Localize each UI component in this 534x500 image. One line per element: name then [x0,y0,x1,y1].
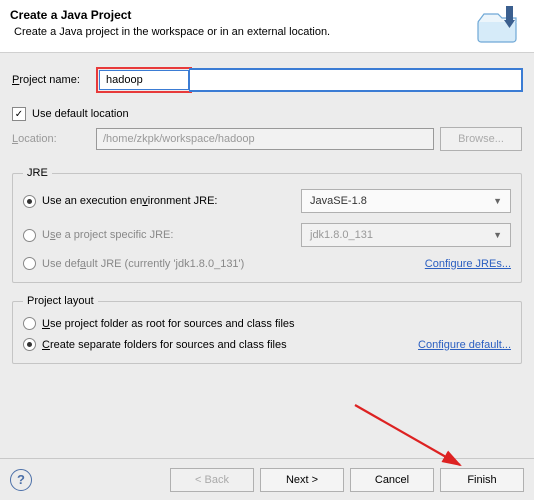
jre-group: JRE Use an execution environment JRE: Ja… [12,167,522,283]
jre-env-value: JavaSE-1.8 [310,195,367,207]
configure-jres-link[interactable]: Configure JREs... [425,258,511,270]
use-default-location-label: Use default location [32,108,129,120]
project-layout-legend: Project layout [23,295,98,307]
folder-wizard-icon [474,4,522,46]
jre-specific-label: Use a project specific JRE: [42,229,173,241]
cancel-button[interactable]: Cancel [350,468,434,492]
location-label: Location: [12,133,90,145]
layout-separate-radio[interactable] [23,338,36,351]
layout-separate-label: Create separate folders for sources and … [42,339,418,351]
finish-button[interactable]: Finish [440,468,524,492]
jre-specific-select: jdk1.8.0_131 ▼ [301,223,511,247]
project-name-input-annotated[interactable] [100,71,188,89]
back-button: < Back [170,468,254,492]
jre-env-radio[interactable] [23,195,36,208]
dialog-title: Create a Java Project [10,8,524,22]
chevron-down-icon: ▼ [493,230,502,240]
project-layout-group: Project layout Use project folder as roo… [12,295,522,364]
chevron-down-icon: ▼ [493,196,502,206]
configure-default-link[interactable]: Configure default... [418,339,511,351]
location-input [96,128,434,150]
help-button[interactable]: ? [10,469,32,491]
annotation-highlight [96,67,192,93]
jre-env-label: Use an execution environment JRE: [42,195,218,207]
browse-button: Browse... [440,127,522,151]
jre-legend: JRE [23,167,52,179]
jre-default-label: Use default JRE (currently 'jdk1.8.0_131… [42,258,244,270]
layout-root-radio[interactable] [23,317,36,330]
use-default-location-checkbox[interactable]: ✓ [12,107,26,121]
layout-root-label: Use project folder as root for sources a… [42,318,295,330]
jre-default-radio[interactable] [23,257,36,270]
jre-specific-radio[interactable] [23,229,36,242]
dialog-subtitle: Create a Java project in the workspace o… [14,26,524,38]
jre-specific-value: jdk1.8.0_131 [310,229,373,241]
next-button[interactable]: Next > [260,468,344,492]
project-name-label: Project name: [12,74,90,86]
jre-env-select[interactable]: JavaSE-1.8 ▼ [301,189,511,213]
project-name-input[interactable] [190,69,522,91]
